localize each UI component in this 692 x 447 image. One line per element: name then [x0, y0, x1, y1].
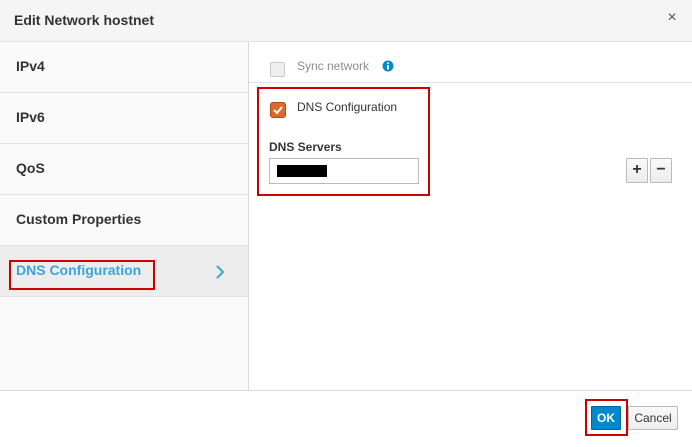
- cancel-button[interactable]: Cancel: [628, 406, 678, 430]
- sidebar-item-ipv4[interactable]: IPv4: [0, 42, 248, 93]
- sync-network-row: Sync network: [249, 42, 692, 83]
- sidebar-item-label: IPv4: [16, 58, 45, 74]
- ok-button[interactable]: OK: [591, 406, 621, 430]
- info-icon[interactable]: [382, 60, 394, 72]
- add-dns-server-button[interactable]: +: [626, 158, 648, 183]
- sidebar-item-label: QoS: [16, 160, 45, 176]
- sidebar-item-label: IPv6: [16, 109, 45, 125]
- sidebar-item-label: Custom Properties: [16, 211, 142, 227]
- remove-dns-server-button[interactable]: −: [650, 158, 672, 183]
- sync-network-label: Sync network: [297, 59, 370, 73]
- sidebar-nav: IPv4 IPv6 QoS Custom Properties DNS Conf…: [0, 42, 249, 390]
- highlight-box: [257, 87, 430, 196]
- sidebar-item-dns-configuration[interactable]: DNS Configuration: [0, 246, 248, 297]
- edit-network-dialog: Edit Network hostnet × IPv4 IPv6 QoS Cus…: [0, 0, 692, 447]
- sidebar-item-custom-properties[interactable]: Custom Properties: [0, 195, 248, 246]
- highlight-box: [9, 260, 155, 290]
- sidebar-item-qos[interactable]: QoS: [0, 144, 248, 195]
- dialog-header: Edit Network hostnet ×: [0, 0, 692, 42]
- sync-network-checkbox[interactable]: [270, 62, 285, 77]
- close-icon[interactable]: ×: [664, 9, 680, 27]
- chevron-right-icon: [216, 265, 225, 279]
- sidebar-item-ipv6[interactable]: IPv6: [0, 93, 248, 144]
- dialog-title: Edit Network hostnet: [14, 12, 155, 28]
